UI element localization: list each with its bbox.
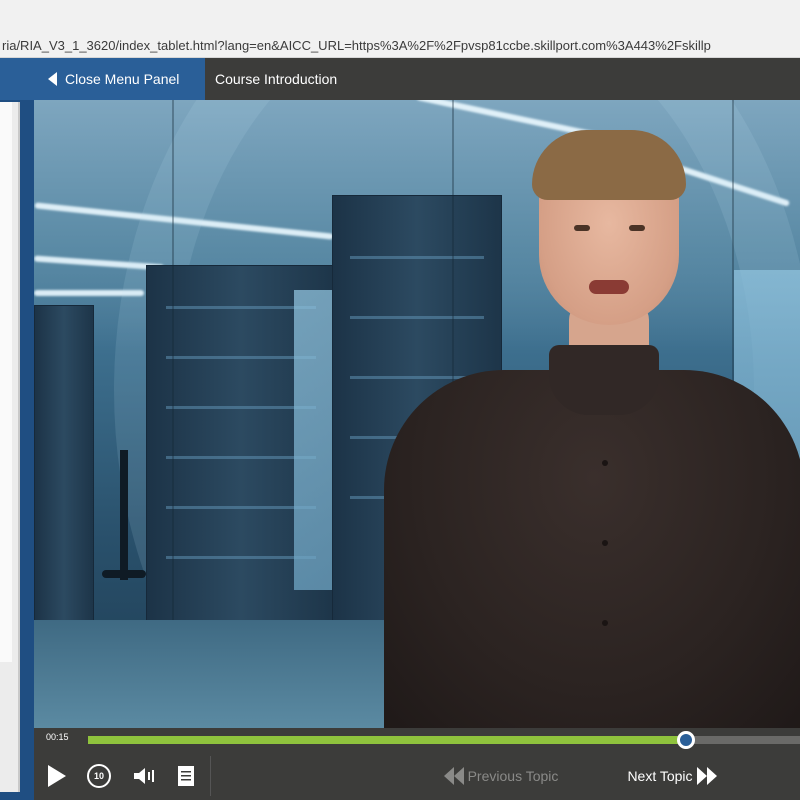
close-menu-panel-label: Close Menu Panel (65, 71, 180, 87)
progress-track[interactable] (88, 731, 800, 749)
presenter-hair (532, 130, 686, 200)
presenter-mouth (589, 280, 629, 294)
server-rack (34, 305, 94, 635)
next-topic-button[interactable]: Next Topic (614, 760, 734, 792)
transcript-icon (178, 766, 194, 786)
progress-scrubber-handle[interactable] (677, 731, 696, 749)
progress-fill (88, 736, 687, 744)
next-topic-label: Next Topic (627, 768, 693, 784)
shirt-button (602, 620, 608, 626)
stanchion-pole (120, 450, 128, 580)
video-frame[interactable] (34, 100, 800, 728)
url-text[interactable]: ria/RIA_V3_1_3620/index_tablet.html?lang… (0, 38, 800, 58)
replay-seconds-label: 10 (93, 771, 104, 781)
presenter-collar (549, 345, 659, 415)
replay-10-icon: 10 (87, 764, 111, 788)
previous-topic-label: Previous Topic (467, 768, 559, 784)
transcript-button[interactable] (174, 760, 198, 792)
controls-divider (210, 756, 211, 796)
chevron-left-icon (48, 72, 57, 86)
double-chevron-right-icon (696, 767, 717, 785)
volume-button[interactable] (130, 760, 158, 792)
presenter-shirt (384, 370, 800, 728)
play-icon (48, 765, 66, 787)
shirt-button (602, 540, 608, 546)
presenter (374, 130, 800, 728)
current-time: 00:15 (46, 732, 69, 742)
shirt-button (602, 460, 608, 466)
progress-row: 00:15 (34, 728, 800, 752)
close-menu-panel-button[interactable]: Close Menu Panel (0, 58, 205, 100)
menu-panel-content (0, 102, 20, 792)
stanchion-base (102, 570, 146, 578)
previous-topic-button[interactable]: Previous Topic (424, 760, 574, 792)
replay-10-button[interactable]: 10 (84, 760, 114, 792)
double-chevron-left-icon (443, 767, 464, 785)
server-rack-panel (294, 290, 334, 590)
menu-panel-list[interactable] (0, 102, 12, 662)
player-controls: 10 Previous Topic Next Topic (34, 752, 800, 800)
menu-panel (0, 100, 34, 800)
course-header: Close Menu Panel Course Introduction (0, 58, 800, 100)
presenter-eye (629, 225, 645, 231)
presenter-eye (574, 225, 590, 231)
play-button[interactable] (44, 760, 70, 792)
browser-address-bar[interactable]: ria/RIA_V3_1_3620/index_tablet.html?lang… (0, 0, 800, 58)
course-player-window: ria/RIA_V3_1_3620/index_tablet.html?lang… (0, 0, 800, 800)
volume-icon (134, 768, 154, 784)
course-title: Course Introduction (215, 71, 338, 87)
